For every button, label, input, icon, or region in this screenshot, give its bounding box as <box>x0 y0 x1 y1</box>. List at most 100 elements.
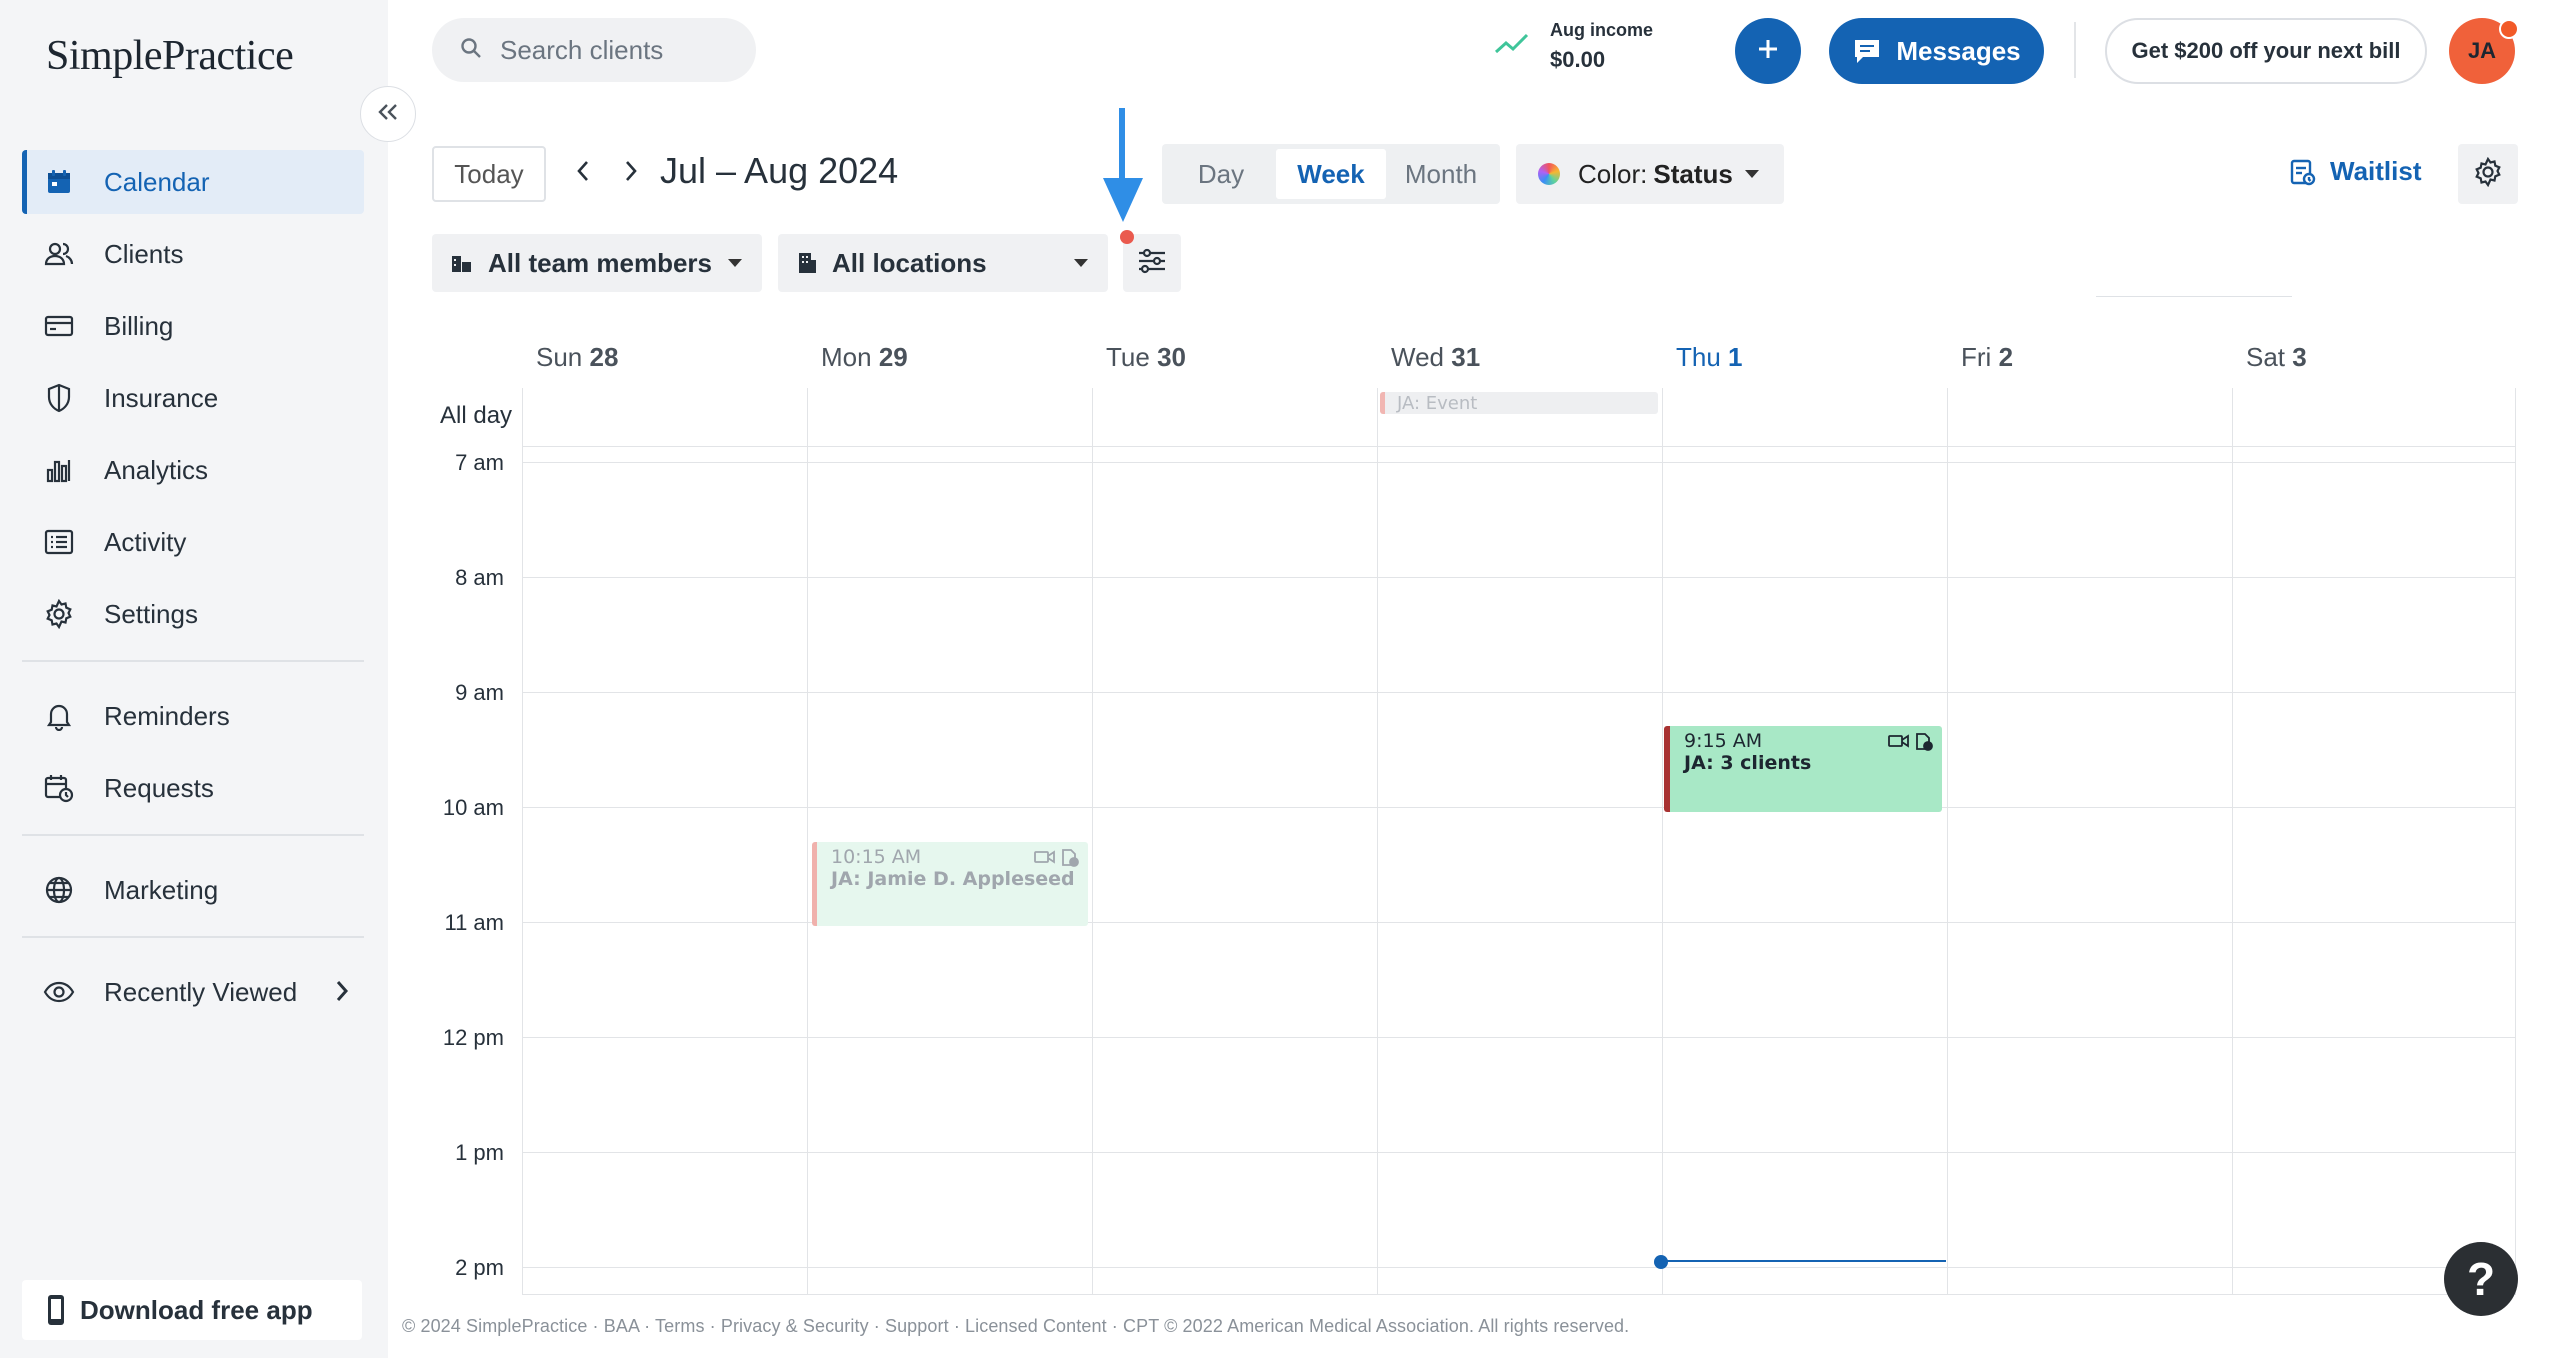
view-month-button[interactable]: Month <box>1386 149 1496 199</box>
search-icon <box>460 37 482 64</box>
time-label: 10 am <box>442 795 504 820</box>
eye-icon <box>42 975 76 1009</box>
document-status-icon <box>1914 732 1934 757</box>
next-week-button[interactable] <box>616 158 646 188</box>
day-header-sat[interactable]: Sat 3 <box>2246 342 2307 373</box>
day-header-mon[interactable]: Mon 29 <box>821 342 908 373</box>
team-members-icon <box>450 252 474 274</box>
topbar-divider <box>2074 22 2076 78</box>
chevron-left-icon <box>576 159 590 188</box>
sidebar-item-label: Clients <box>104 238 184 269</box>
time-label: 1 pm <box>455 1140 504 1165</box>
sidebar-item-requests[interactable]: Requests <box>22 756 364 820</box>
grid-line <box>522 388 523 1295</box>
grid-line <box>807 388 808 1295</box>
sidebar-item-billing[interactable]: Billing <box>22 294 364 358</box>
sidebar-item-analytics[interactable]: Analytics <box>22 438 364 502</box>
create-new-button[interactable] <box>1735 18 1801 84</box>
download-app-label: Download free app <box>80 1294 313 1325</box>
sidebar-item-recently-viewed[interactable]: Recently Viewed <box>22 960 364 1024</box>
locations-filter[interactable]: All locations <box>778 234 1108 292</box>
sidebar-item-label: Marketing <box>104 874 219 905</box>
activity-list-icon <box>42 525 76 559</box>
grid-line <box>1947 388 1948 1295</box>
grid-line <box>1092 388 1093 1295</box>
sidebar-item-calendar[interactable]: Calendar <box>22 150 364 214</box>
grid-line <box>522 446 2516 447</box>
double-chevron-left-icon <box>377 102 399 127</box>
grid-line <box>2232 388 2233 1295</box>
calendar-settings-button[interactable] <box>2458 144 2518 204</box>
sidebar-item-label: Analytics <box>104 454 209 485</box>
sliders-icon <box>1137 248 1167 279</box>
day-header-tue[interactable]: Tue 30 <box>1106 342 1186 373</box>
phone-icon <box>46 1294 66 1326</box>
day-header-wed[interactable]: Wed 31 <box>1391 342 1480 373</box>
sidebar-item-reminders[interactable]: Reminders <box>22 684 364 748</box>
calendar-options-button[interactable] <box>1123 234 1181 292</box>
time-label: 9 am <box>455 680 504 705</box>
shield-icon <box>42 381 76 415</box>
waitlist-link[interactable]: Waitlist <box>2290 156 2421 187</box>
day-header-fri[interactable]: Fri 2 <box>1961 342 2013 373</box>
calendar-icon <box>42 165 76 199</box>
chevron-right-icon <box>624 159 638 188</box>
promo-button[interactable]: Get $200 off your next bill <box>2105 18 2427 84</box>
sidebar-item-label: Reminders <box>104 700 230 731</box>
sidebar-item-label: Activity <box>104 526 187 557</box>
sidebar-item-activity[interactable]: Activity <box>22 510 364 574</box>
grid-line <box>2515 388 2516 1295</box>
bell-icon <box>42 699 76 733</box>
logo[interactable]: SimplePractice <box>46 32 294 80</box>
day-header-thu-today[interactable]: Thu 1 <box>1676 342 1743 373</box>
messages-button[interactable]: Messages <box>1829 18 2044 84</box>
gear-icon <box>2473 156 2503 192</box>
help-button[interactable]: ? <box>2444 1242 2518 1316</box>
color-by-dropdown[interactable]: Color: Status <box>1516 144 1784 204</box>
current-time-dot <box>1654 1255 1668 1269</box>
sidebar-item-marketing[interactable]: Marketing <box>22 858 364 922</box>
sidebar-item-insurance[interactable]: Insurance <box>22 366 364 430</box>
calendar-request-icon <box>42 771 76 805</box>
view-week-button[interactable]: Week <box>1276 149 1386 199</box>
grid-line <box>522 462 2516 463</box>
income-value: $0.00 <box>1550 47 1606 72</box>
time-label: 7 am <box>455 450 504 475</box>
caret-down-icon <box>728 259 742 267</box>
appointment-jamie[interactable]: 10:15 AM JA: Jamie D. Appleseed <box>812 842 1088 926</box>
income-widget[interactable]: Aug income $0.00 <box>1494 20 1653 73</box>
sidebar: SimplePractice Calendar Clients Billing … <box>0 0 388 1358</box>
all-day-event[interactable]: JA: Event <box>1380 392 1658 414</box>
sidebar-item-settings[interactable]: Settings <box>22 582 364 646</box>
download-app-button[interactable]: Download free app <box>22 1280 362 1340</box>
search-bar[interactable] <box>432 18 756 82</box>
globe-icon <box>42 873 76 907</box>
nav-divider <box>22 834 364 836</box>
grid-line <box>522 692 2516 693</box>
nav-divider <box>22 936 364 938</box>
team-members-filter[interactable]: All team members <box>432 234 762 292</box>
sidebar-item-label: Requests <box>104 772 214 803</box>
caret-down-icon <box>1744 170 1759 178</box>
appointment-group[interactable]: 9:15 AM JA: 3 clients <box>1664 726 1942 812</box>
collapse-sidebar-button[interactable] <box>360 86 416 142</box>
view-day-button[interactable]: Day <box>1166 149 1276 199</box>
time-label: 8 am <box>455 565 504 590</box>
day-header-sun[interactable]: Sun 28 <box>536 342 618 373</box>
all-day-label: All day <box>440 402 513 429</box>
grid-line <box>522 1152 2516 1153</box>
sidebar-item-clients[interactable]: Clients <box>22 222 364 286</box>
search-input[interactable] <box>498 33 732 67</box>
time-label: 12 pm <box>442 1025 504 1050</box>
sidebar-item-label: Recently Viewed <box>104 976 298 1007</box>
prev-week-button[interactable] <box>568 158 598 188</box>
sidebar-item-label: Calendar <box>104 166 210 197</box>
divider <box>2096 296 2292 297</box>
chevron-right-icon <box>334 978 350 1011</box>
messages-label: Messages <box>1896 35 2021 66</box>
trend-up-icon <box>1494 32 1530 61</box>
current-time-line <box>1660 1260 1946 1262</box>
today-button[interactable]: Today <box>432 146 546 202</box>
time-label: 2 pm <box>455 1255 504 1280</box>
time-label: 11 am <box>444 910 504 935</box>
